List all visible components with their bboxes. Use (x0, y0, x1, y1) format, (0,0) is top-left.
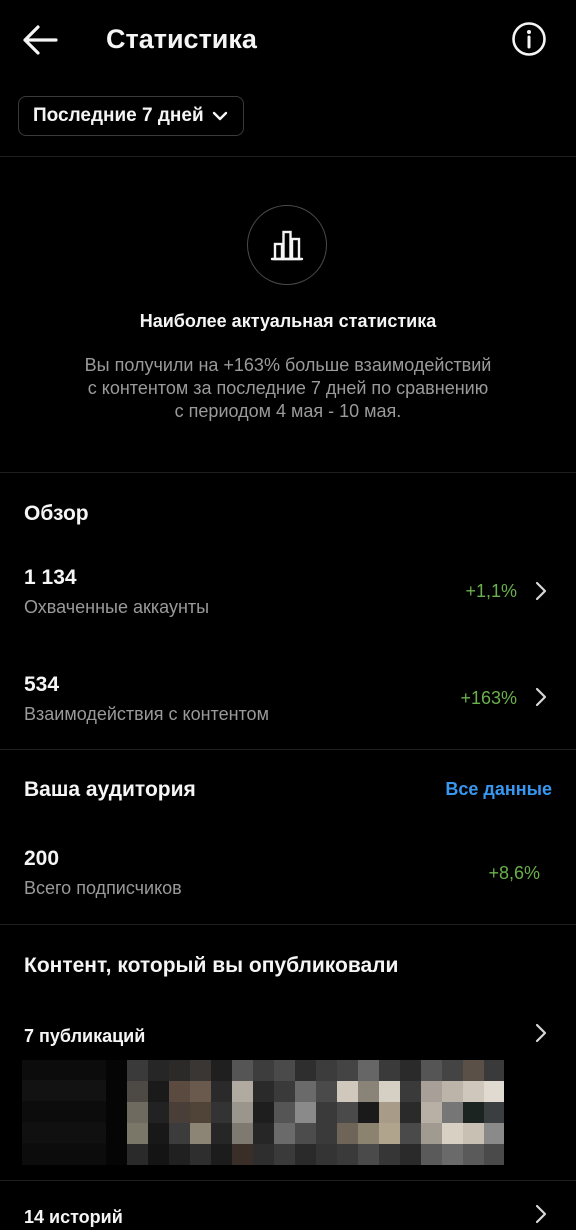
stories-row[interactable]: 14 историй (0, 1196, 576, 1228)
chevron-right-icon (535, 1023, 547, 1043)
stats-icon-circle (247, 205, 327, 285)
hero-line: Вы получили на +163% больше взаимодейств… (84, 355, 492, 375)
followers-label: Всего подписчиков (24, 878, 182, 898)
all-data-link[interactable]: Все данные (445, 777, 552, 801)
hero-title: Наиболее актуальная статистика (139, 311, 437, 331)
chevron-right-icon (535, 581, 547, 601)
bar-chart-icon (270, 230, 304, 261)
metric-value: 1 134 (24, 566, 77, 589)
divider (0, 924, 576, 925)
post-thumbnails[interactable] (22, 1060, 504, 1165)
divider (0, 1180, 576, 1181)
posts-row[interactable]: 7 публикаций (0, 1015, 576, 1051)
metric-change: +1,1% (465, 581, 517, 601)
divider (0, 472, 576, 473)
period-label: Последние 7 дней (33, 105, 204, 126)
chevron-right-icon (535, 687, 547, 707)
audience-title: Ваша аудитория (24, 778, 196, 801)
metric-change: +163% (460, 688, 517, 708)
top-bar: Статистика (0, 0, 576, 80)
arrow-left-icon (23, 25, 58, 55)
metric-row-engagement[interactable]: 534 Взаимодействия с контентом +163% (0, 662, 576, 736)
overview-title: Обзор (24, 502, 89, 525)
posts-count: 7 публикаций (24, 1026, 146, 1046)
hero-description: Вы получили на +163% больше взаимодейств… (40, 354, 536, 423)
metric-label: Охваченные аккаунты (24, 597, 210, 617)
divider (0, 156, 576, 157)
period-dropdown[interactable]: Последние 7 дней (18, 96, 244, 136)
metric-label: Взаимодействия с контентом (24, 704, 269, 724)
back-button[interactable] (20, 22, 60, 58)
followers-value: 200 (24, 847, 60, 870)
hero-line: с периодом 4 мая - 10 мая. (174, 401, 402, 421)
info-icon (512, 22, 546, 56)
info-button[interactable] (510, 20, 548, 58)
chevron-right-icon (535, 1204, 547, 1224)
divider (0, 749, 576, 750)
thumbnail-strip (22, 1060, 504, 1165)
chevron-down-icon (212, 111, 227, 121)
metric-row-reach[interactable]: 1 134 Охваченные аккаунты +1,1% (0, 555, 576, 629)
content-title: Контент, который вы опубликовали (24, 954, 399, 977)
followers-change: +8,6% (488, 863, 540, 883)
page-title: Статистика (106, 24, 257, 54)
hero-line: с контентом за последние 7 дней по сравн… (87, 378, 489, 398)
stories-count: 14 историй (24, 1207, 123, 1227)
metric-value: 534 (24, 673, 60, 696)
